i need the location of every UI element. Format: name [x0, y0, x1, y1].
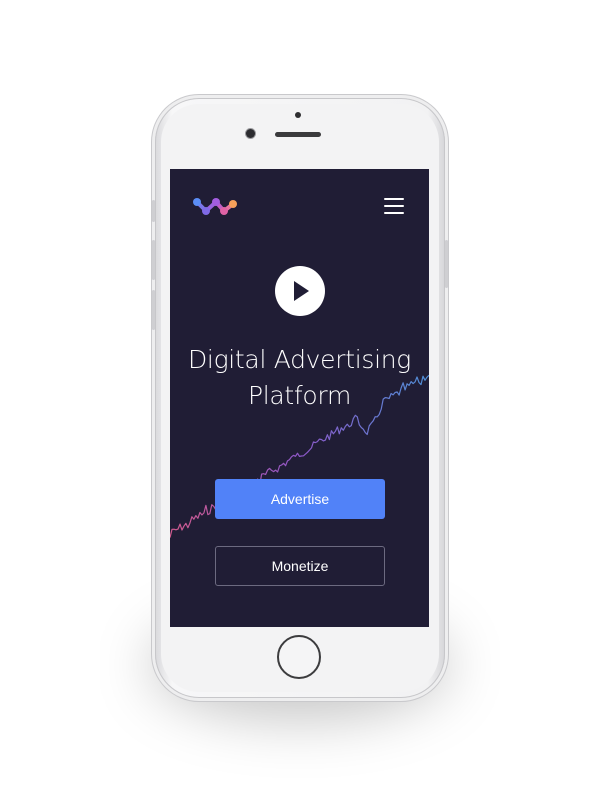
headline-line-2: Platform — [247, 381, 352, 410]
logo-dot-pink — [220, 207, 228, 215]
earpiece-speaker — [275, 132, 321, 137]
front-camera — [246, 129, 255, 138]
menu-bar-middle — [384, 205, 404, 207]
mute-switch — [152, 200, 155, 222]
stage: Digital Advertising Platform Advertise M… — [0, 0, 600, 800]
advertise-button[interactable]: Advertise — [215, 479, 385, 519]
volume-down-button — [152, 290, 155, 330]
brand-logo — [193, 198, 237, 215]
logo-dot-orange — [229, 200, 237, 208]
logo-dot-indigo — [202, 207, 210, 215]
logo-dot-purple — [212, 198, 220, 206]
volume-up-button — [152, 240, 155, 280]
menu-bar-top — [384, 198, 404, 200]
monetize-button[interactable]: Monetize — [215, 546, 385, 586]
power-button — [445, 240, 448, 288]
play-video-button[interactable] — [275, 266, 325, 316]
home-button[interactable] — [277, 635, 321, 679]
headline-line-1: Digital Advertising — [187, 345, 411, 374]
app-screen: Digital Advertising Platform Advertise M… — [170, 169, 429, 627]
menu-bar-bottom — [384, 212, 404, 214]
hamburger-menu-icon[interactable] — [384, 197, 406, 215]
logo-dot-blue — [193, 198, 201, 206]
proximity-sensor — [295, 112, 301, 118]
page-headline: Digital Advertising Platform — [170, 342, 429, 414]
play-icon — [294, 281, 309, 301]
